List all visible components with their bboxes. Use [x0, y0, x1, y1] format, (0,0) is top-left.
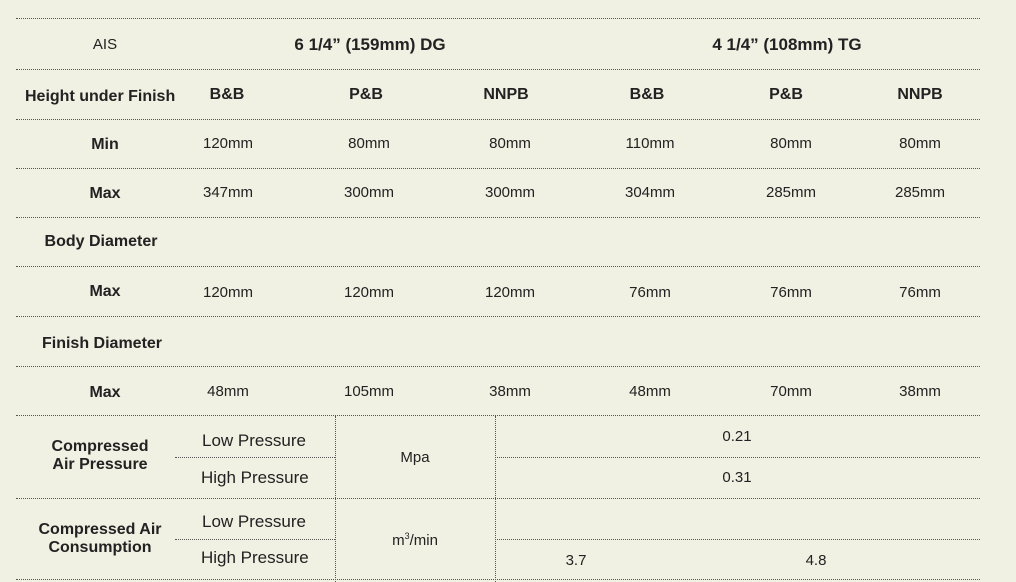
column-divider	[495, 416, 496, 582]
body-diameter-label: Body Diameter	[44, 233, 158, 250]
type-header: P&B	[769, 86, 803, 103]
spec-table-page: { "header": { "ais": "AIS", "group_dg": …	[0, 0, 1016, 582]
min-value: 120mm	[202, 135, 254, 152]
compressed-air-pressure-label: Compressed Air Pressure	[51, 438, 149, 473]
max-value: 76mm	[899, 284, 941, 301]
min-value: 80mm	[770, 135, 812, 152]
high-pressure-label: High Pressure	[201, 548, 309, 567]
max-value: 304mm	[624, 184, 676, 201]
row-divider	[16, 266, 980, 267]
sub-row-divider	[495, 457, 980, 458]
type-header: NNPB	[483, 86, 529, 103]
min-value: 80mm	[489, 135, 531, 152]
max-value: 285mm	[894, 184, 946, 201]
row-divider	[16, 69, 980, 70]
max-value: 76mm	[629, 284, 671, 301]
max-value: 120mm	[202, 284, 254, 301]
row-divider	[16, 18, 980, 19]
group-header-dg: 6 1/4” (159mm) DG	[294, 35, 446, 54]
type-header: B&B	[629, 86, 665, 103]
max-value: 70mm	[770, 383, 812, 400]
max-value: 76mm	[770, 284, 812, 301]
consumption-value-dg: 3.7	[565, 552, 587, 569]
min-label: Min	[91, 136, 119, 153]
min-value: 80mm	[348, 135, 390, 152]
consumption-value-tg: 4.8	[805, 552, 827, 569]
row-divider	[16, 119, 980, 120]
consumption-unit: m3/min	[392, 531, 438, 549]
row-divider	[16, 316, 980, 317]
min-value: 80mm	[899, 135, 941, 152]
max-value: 347mm	[202, 184, 254, 201]
max-value: 38mm	[489, 383, 531, 400]
row-divider	[16, 498, 980, 499]
row-divider	[16, 366, 980, 367]
sub-row-divider	[495, 539, 980, 540]
group-header-tg: 4 1/4” (108mm) TG	[712, 35, 862, 54]
compressed-air-consumption-label: Compressed Air Consumption	[38, 521, 162, 556]
type-header: NNPB	[897, 86, 943, 103]
max-value: 48mm	[629, 383, 671, 400]
sub-row-divider	[175, 539, 335, 540]
low-pressure-label: Low Pressure	[202, 512, 306, 531]
max-value: 105mm	[343, 383, 395, 400]
sub-row-divider	[175, 457, 335, 458]
max-label: Max	[89, 283, 121, 300]
height-under-finish-label: Height under Finish	[25, 88, 176, 105]
low-pressure-value: 0.21	[722, 428, 752, 445]
type-header: P&B	[349, 86, 383, 103]
min-value: 110mm	[625, 135, 675, 152]
max-value: 300mm	[484, 184, 536, 201]
pressure-unit: Mpa	[400, 449, 430, 466]
row-divider	[16, 415, 980, 416]
max-value: 285mm	[765, 184, 817, 201]
consumption-unit-base: m	[392, 532, 405, 549]
column-divider	[335, 416, 336, 582]
max-value: 38mm	[899, 383, 941, 400]
row-divider	[16, 217, 980, 218]
max-value: 120mm	[343, 284, 395, 301]
type-header: B&B	[209, 86, 245, 103]
max-value: 300mm	[343, 184, 395, 201]
low-pressure-label: Low Pressure	[202, 431, 306, 450]
high-pressure-label: High Pressure	[201, 468, 309, 487]
max-label: Max	[89, 384, 121, 401]
consumption-unit-tail: /min	[409, 532, 438, 549]
max-value: 120mm	[484, 284, 536, 301]
max-value: 48mm	[207, 383, 249, 400]
max-label: Max	[89, 185, 121, 202]
row-divider	[16, 579, 980, 580]
high-pressure-value: 0.31	[722, 469, 752, 486]
ais-label: AIS	[92, 36, 118, 53]
finish-diameter-label: Finish Diameter	[41, 335, 163, 352]
row-divider	[16, 168, 980, 169]
